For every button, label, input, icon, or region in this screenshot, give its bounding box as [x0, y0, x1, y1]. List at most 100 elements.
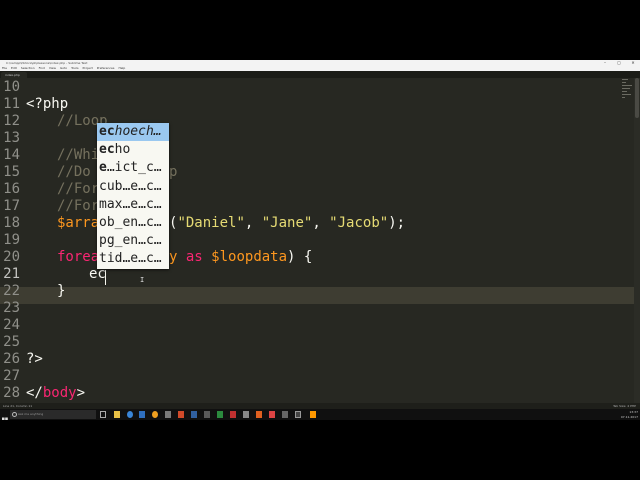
comment: p: [169, 164, 178, 180]
code-line-16: //For: [57, 181, 99, 198]
line-number-gutter: 10 11 12 13 14 15 16 17 18 19 20 21 22 2…: [0, 78, 22, 403]
code-line-22: }: [57, 283, 65, 300]
line-number: 10: [3, 79, 20, 95]
text-caret: [105, 270, 106, 285]
php-open-tag: <?php: [26, 96, 69, 112]
comment: //For: [57, 198, 100, 214]
minimap[interactable]: [622, 79, 634, 119]
keyword-foreach: forea: [57, 249, 100, 265]
line-number: 24: [3, 317, 20, 333]
line-number: 12: [3, 113, 20, 129]
code-line-20-tail: y as $loopdata) {: [169, 249, 312, 266]
tag-bracket: </: [26, 385, 43, 401]
comment: //For: [57, 181, 100, 197]
search-icon: [12, 412, 17, 417]
app-icon[interactable]: [295, 411, 301, 418]
tag-body: body: [42, 385, 77, 401]
match-text: pg_en…c: [99, 233, 154, 249]
tag-bracket: >: [76, 385, 86, 401]
string-daniel: "Daniel": [177, 215, 245, 231]
line-number: 19: [3, 232, 20, 248]
completion-text: …ict_c…: [106, 160, 162, 176]
code-line-28: </body>: [26, 385, 85, 402]
app-icon[interactable]: [269, 411, 275, 418]
task-view-icon[interactable]: [100, 411, 106, 418]
keyword-as: as: [185, 249, 203, 265]
comma: ,: [312, 215, 330, 231]
scroll-thumb[interactable]: [635, 78, 639, 118]
autocomplete-item[interactable]: cub…e…c…: [97, 178, 169, 196]
brace-open: ) {: [287, 249, 313, 265]
file-explorer-icon[interactable]: [114, 411, 120, 418]
windows-start-icon[interactable]: [1, 410, 9, 420]
line-number: 28: [3, 385, 20, 401]
minimap-line: [622, 94, 631, 95]
variable-loopdata: $loopdata: [211, 249, 288, 265]
code-line-18: $arra: [57, 215, 99, 232]
tab-bar: index.php: [0, 71, 640, 78]
completion-text: …: [153, 251, 162, 267]
completion-text: ho: [114, 142, 131, 158]
cortana-search-box[interactable]: Ask me anything: [10, 410, 96, 419]
line-number: 21: [3, 266, 20, 282]
match-text: max…e…c: [99, 196, 154, 212]
app-icon[interactable]: [256, 411, 262, 418]
completion-text: …: [153, 196, 162, 212]
chrome-icon[interactable]: [152, 411, 158, 418]
autocomplete-item[interactable]: max…e…c…: [97, 196, 169, 214]
code-editor[interactable]: 10 11 12 13 14 15 16 17 18 19 20 21 22 2…: [0, 78, 640, 403]
line-number: 20: [3, 249, 20, 265]
vertical-scrollbar[interactable]: [634, 78, 640, 403]
code-line-11: <?php: [26, 96, 68, 113]
clock-date: 07.11.2017: [620, 415, 638, 419]
code-line-20: forea: [57, 249, 99, 266]
app-icon[interactable]: [165, 411, 171, 418]
store-icon[interactable]: [139, 411, 145, 418]
line-number: 23: [3, 300, 20, 316]
code-line-17: //For: [57, 198, 99, 215]
browser-icon[interactable]: [127, 411, 133, 418]
current-line-highlight: [0, 287, 640, 304]
line-number: 26: [3, 351, 20, 367]
app-icon[interactable]: [204, 411, 210, 418]
variable: y: [169, 249, 178, 265]
code-line-26: ?>: [26, 351, 43, 368]
system-tray-clock[interactable]: 13:37 07.11.2017: [621, 409, 638, 420]
completion-text: …: [153, 233, 162, 249]
code-line-15-tail: p: [169, 164, 177, 181]
line-number: 25: [3, 334, 20, 350]
match-text: tid…e…c: [99, 251, 154, 267]
app-icon[interactable]: [282, 411, 288, 418]
app-icon[interactable]: [243, 411, 249, 418]
code-line-18-tail: ("Daniel", "Jane", "Jacob");: [169, 215, 405, 232]
completion-text: …: [153, 214, 162, 230]
app-icon[interactable]: [217, 411, 223, 418]
line-number: 18: [3, 215, 20, 231]
autocomplete-popup: echoech… echo e…ict_c… cub…e…c… max…e…c……: [97, 123, 169, 269]
autocomplete-item[interactable]: pg_en…c…: [97, 232, 169, 250]
sublime-text-taskbar-icon[interactable]: [310, 411, 316, 418]
sublime-text-window: C:\xampp\htdocs\phplessons\index.php - S…: [0, 60, 640, 420]
minimap-line: [622, 97, 625, 98]
string-jane: "Jane": [261, 215, 313, 231]
video-letterbox-bottom: [0, 420, 640, 480]
match-text: cub…e…c: [99, 178, 154, 194]
autocomplete-item[interactable]: e…ict_c…: [97, 159, 169, 177]
minimap-line: [622, 88, 630, 89]
line-number: 27: [3, 368, 20, 384]
autocomplete-item-selected[interactable]: echoech…: [97, 123, 169, 142]
minimap-line: [622, 82, 626, 83]
video-letterbox-top: [0, 0, 640, 60]
autocomplete-item[interactable]: echo: [97, 141, 169, 159]
comment: //Do: [57, 164, 91, 180]
app-icon[interactable]: [230, 411, 236, 418]
comment: //Whi: [57, 147, 100, 163]
autocomplete-item[interactable]: tid…e…c…: [97, 250, 169, 268]
minimap-line: [622, 85, 632, 86]
app-icon[interactable]: [178, 411, 184, 418]
close-paren: );: [388, 215, 406, 231]
app-icon[interactable]: [191, 411, 197, 418]
autocomplete-item[interactable]: ob_en…c…: [97, 214, 169, 232]
line-number: 14: [3, 147, 20, 163]
variable: $arra: [57, 215, 100, 231]
